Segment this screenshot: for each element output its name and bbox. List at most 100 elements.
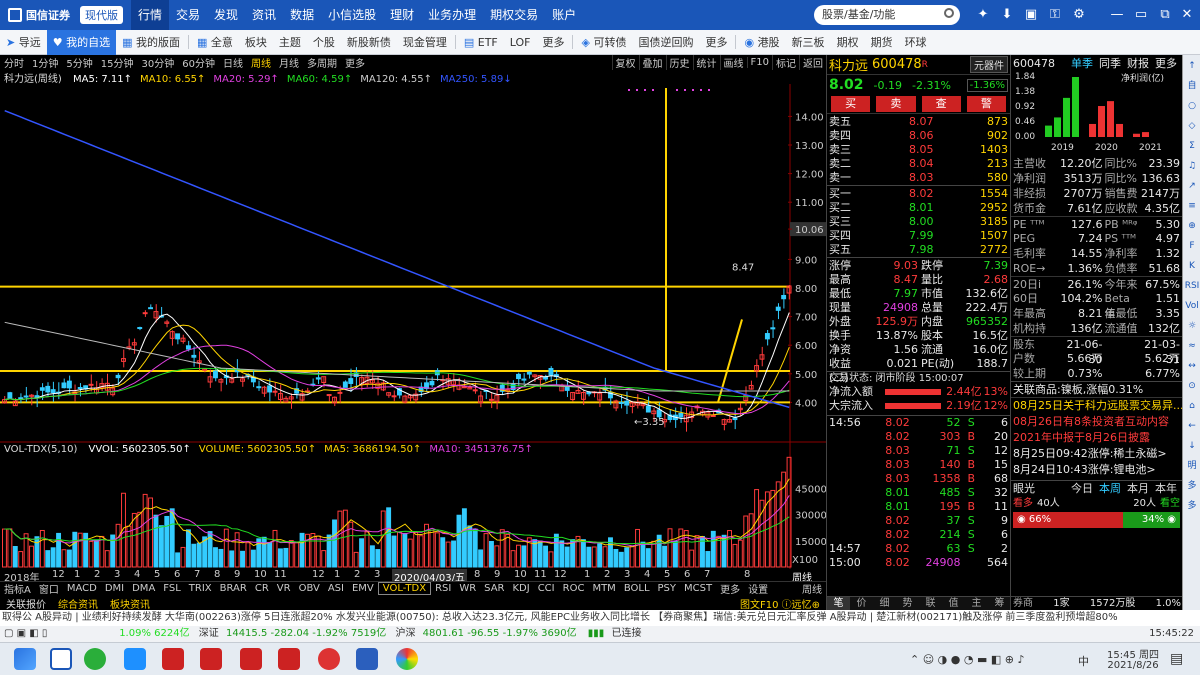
indicator-tab[interactable]: OBV (295, 583, 324, 594)
indicator-tab[interactable]: TRIX (185, 583, 216, 594)
picture-icon[interactable]: ▣ (1022, 6, 1040, 24)
news-item[interactable]: 2021年中报于8月26日披露 (1011, 430, 1182, 446)
vision-tab-year[interactable]: 本年 (1155, 481, 1177, 497)
tool-overlay[interactable]: 叠加 (638, 54, 666, 70)
sidebar-tool-icon[interactable]: F (1184, 237, 1200, 255)
news-item[interactable]: 8月25日09:42涨停:稀土永磁> (1011, 446, 1182, 462)
sentiment-bar[interactable]: ◉ 66% 34% ◉ (1013, 512, 1180, 528)
indicator-tab[interactable]: VR (273, 583, 295, 594)
nav-guide[interactable]: ➤ 导远 (0, 30, 47, 55)
nav-option[interactable]: 期权 (831, 30, 865, 55)
close-icon[interactable]: ✕ (1178, 6, 1196, 24)
stock-app-icon-1[interactable] (162, 648, 184, 670)
fin-tab-quarter[interactable]: 单季 (1071, 55, 1093, 71)
sidebar-tool-icon[interactable]: ◇ (1184, 117, 1200, 135)
indicator-tab[interactable]: CR (251, 583, 273, 594)
book-row[interactable]: 卖五 8.07 873 (827, 115, 1010, 129)
indicator-tab[interactable]: EMV (348, 583, 378, 594)
quote-tab[interactable]: 值 (942, 597, 965, 610)
menu-account[interactable]: 账户 (545, 0, 583, 30)
sidebar-tool-icon[interactable]: 明 (1184, 457, 1200, 475)
nav-cash[interactable]: 现金管理 (397, 30, 453, 55)
kline-chart[interactable]: 14.00 13.00 12.00 11.00 10.06 9.00 8.00 7.00 6.0… (0, 84, 826, 569)
sz-index[interactable]: 14415.5 -282.04 -1.92% 7519亿 (226, 628, 386, 639)
search-input[interactable]: 股票/基金/功能 (814, 5, 960, 25)
sidebar-tool-icon[interactable]: ≡ (1184, 197, 1200, 215)
period-month[interactable]: 月线 (275, 55, 303, 70)
maximize-icon[interactable]: ⧉ (1156, 6, 1174, 24)
sidebar-tool-icon[interactable]: K (1184, 257, 1200, 275)
period-15m[interactable]: 15分钟 (97, 55, 138, 70)
period-day[interactable]: 日线 (219, 55, 247, 70)
tool-history[interactable]: 历史 (665, 54, 693, 70)
info-tab-sector[interactable]: 板块资讯 (104, 596, 156, 611)
alert-button[interactable]: 警 (966, 96, 1006, 112)
sidebar-tool-icon[interactable]: 多 (1184, 497, 1200, 515)
related-commodity[interactable]: 关联商品:镍板,涨幅0.31% (1011, 381, 1182, 397)
sidebar-tool-icon[interactable]: ○ (1184, 97, 1200, 115)
nav-my-layout[interactable]: ▦ 我的版面 (116, 30, 186, 55)
sidebar-tool-icon[interactable]: ⌂ (1184, 397, 1200, 415)
nav-sector[interactable]: 板块 (239, 30, 273, 55)
period-more[interactable]: 更多 (341, 55, 369, 70)
news-ticker[interactable]: 取得公 A股异动 | 业绩利好持续发酵 大华南(002263)涨停 5日连涨超2… (0, 610, 1200, 626)
indicator-tab[interactable]: MACD (63, 583, 101, 594)
stock-app-icon-3[interactable] (240, 648, 262, 670)
sidebar-tool-icon[interactable]: Σ (1184, 137, 1200, 155)
indicator-tab[interactable]: ROC (559, 583, 589, 594)
book-row[interactable]: 买三 8.00 3185 (827, 215, 1010, 229)
menu-trade[interactable]: 交易 (169, 0, 207, 30)
period-intraday[interactable]: 分时 (0, 55, 28, 70)
book-row[interactable]: 买五 7.98 2772 (827, 243, 1010, 257)
quote-tab[interactable]: 笔 (827, 597, 850, 610)
sidebar-tool-icon[interactable]: ↔ (1184, 357, 1200, 375)
menu-hangqing[interactable]: 行情 (131, 0, 170, 30)
query-button[interactable]: 查 (921, 96, 961, 112)
news-item[interactable]: 08月25日关于科力远股票交易异... (1011, 398, 1182, 414)
menu-stock-picker[interactable]: 小信选股 (321, 0, 383, 30)
vision-tab-week[interactable]: 本周 (1099, 481, 1121, 497)
book-row[interactable]: 卖四 8.06 902 (827, 129, 1010, 143)
sidebar-tool-icon[interactable]: Vol (1184, 297, 1200, 315)
indicator-tab[interactable]: FSL (159, 583, 185, 594)
nav-futures[interactable]: 期货 (865, 30, 899, 55)
nav-etf[interactable]: ▤ ETF (458, 30, 504, 55)
book-row[interactable]: 卖三 8.05 1403 (827, 143, 1010, 157)
taskview-icon[interactable] (50, 648, 72, 670)
chrome-icon[interactable] (396, 648, 418, 670)
period-30m[interactable]: 30分钟 (137, 55, 178, 70)
nav-more-1[interactable]: 更多 (536, 30, 570, 55)
indicator-tab[interactable]: MCST (680, 583, 716, 594)
period-60m[interactable]: 60分钟 (178, 55, 219, 70)
indicator-tab[interactable]: RSI (431, 583, 455, 594)
tray-icons[interactable]: ⌃ ☺ ◑ ● ◔ ▬ ◧ ⊕ ♪ (910, 653, 1024, 666)
settings-icon[interactable]: ⚙ (1070, 6, 1088, 24)
quote-tab[interactable]: 势 (896, 597, 919, 610)
vision-tab-today[interactable]: 今日 (1071, 481, 1093, 497)
indicator-tab[interactable]: 周线 (798, 581, 826, 596)
notification-icon[interactable]: ▤ (1170, 651, 1183, 667)
quote-tab[interactable]: 价 (850, 597, 873, 610)
sidebar-tool-icon[interactable]: ↗ (1184, 177, 1200, 195)
indicator-tab[interactable]: ASI (324, 583, 348, 594)
indicator-tab[interactable]: DMI (101, 583, 128, 594)
quote-tab[interactable]: 细 (873, 597, 896, 610)
quote-tab[interactable]: 筹 (988, 597, 1011, 610)
quote-tab[interactable]: 联 (919, 597, 942, 610)
nav-lof[interactable]: LOF (504, 30, 537, 55)
tool-draw[interactable]: 画线 (719, 54, 747, 70)
info-tab-quote[interactable]: 关联报价 (0, 596, 52, 611)
sell-button[interactable]: 卖 (876, 96, 916, 112)
hs-index[interactable]: 4801.61 -96.55 -1.97% 3690亿 (423, 628, 577, 639)
indicator-tab[interactable]: DMA (128, 583, 159, 594)
taskbar-time[interactable]: 15:45 周四 (1104, 646, 1162, 661)
sidebar-tool-icon[interactable]: ← (1184, 417, 1200, 435)
indicator-tab[interactable]: BRAR (216, 583, 251, 594)
search-icon[interactable] (944, 8, 954, 18)
nav-repo[interactable]: 国债逆回购 (632, 30, 699, 55)
minimize-icon[interactable]: — (1108, 6, 1126, 24)
nav-neeq[interactable]: 新三板 (786, 30, 831, 55)
browser-icon[interactable] (124, 648, 146, 670)
indicator-tab[interactable]: SAR (480, 583, 508, 594)
fin-tab-more[interactable]: 更多 (1155, 55, 1177, 71)
